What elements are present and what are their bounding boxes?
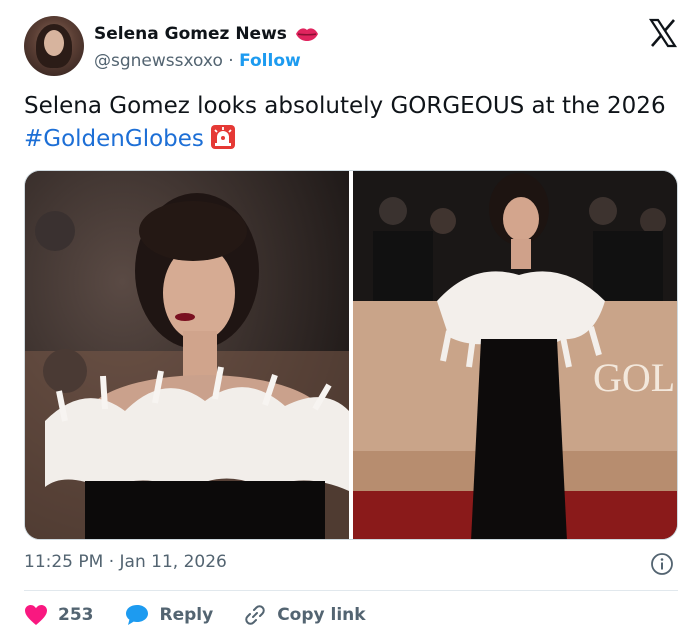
follow-button[interactable]: Follow [239,51,301,71]
meta-separator: · [108,552,115,572]
siren-icon [210,125,235,149]
backdrop-text: GOL [593,355,675,400]
tweet-text: Selena Gomez looks absolutely GORGEOUS a… [24,90,674,156]
tweet-meta: 11:25 PM · Jan 11, 2026 [24,552,227,572]
info-icon[interactable] [650,552,674,576]
author-handle[interactable]: @sgnewssxoxo [94,51,223,71]
lips-icon [295,28,318,41]
tweet-time[interactable]: 11:25 PM [24,552,103,572]
copy-link-label: Copy link [277,605,366,625]
divider-line [24,590,678,591]
author-name-line: Selena Gomez News [94,24,319,44]
like-count: 253 [58,605,94,625]
reply-button[interactable]: Reply [124,603,214,627]
author-handle-line: @sgnewssxoxo · Follow [94,51,301,71]
reply-bubble-icon [125,605,148,625]
photo-full-length[interactable]: GOL [353,171,677,539]
handle-separator: · [228,51,234,71]
link-icon [245,605,265,625]
hashtag-link[interactable]: #GoldenGlobes [24,126,204,152]
tweet-header: Selena Gomez News @sgnewssxoxo · Follow [24,16,684,80]
tweet-body: Selena Gomez looks absolutely GORGEOUS a… [24,93,666,119]
photo-closeup[interactable] [25,171,349,539]
copy-link-button[interactable]: Copy link [243,603,366,627]
like-button[interactable]: 253 [24,604,94,626]
avatar[interactable] [24,16,84,76]
reply-label: Reply [159,605,214,625]
author-name[interactable]: Selena Gomez News [94,24,287,44]
x-logo-icon[interactable] [648,18,678,48]
heart-icon [25,605,47,625]
tweet-date[interactable]: Jan 11, 2026 [120,552,227,572]
action-bar: 253 Reply Copy link [24,600,396,630]
media-grid: GOL [24,170,678,540]
